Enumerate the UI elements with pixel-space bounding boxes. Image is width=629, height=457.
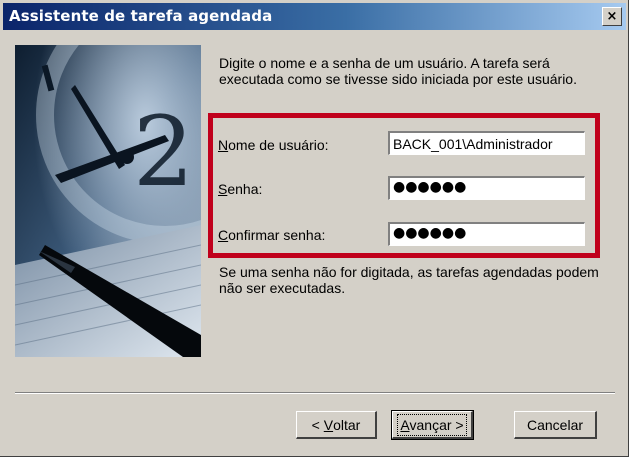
note-text: Se uma senha não for digitada, as tarefa… xyxy=(219,264,599,296)
back-mnemonic: V xyxy=(323,416,334,433)
back-prefix: < xyxy=(311,416,324,433)
username-label-mnemonic: N xyxy=(218,137,229,153)
wizard-window: Assistente de tarefa agendada × 2 Digite… xyxy=(0,0,629,457)
confirm-label-mnemonic: C xyxy=(218,227,229,243)
close-icon: × xyxy=(606,9,618,24)
close-button[interactable]: × xyxy=(602,7,622,26)
username-label: Nome de usuário: xyxy=(218,137,329,153)
back-text: oltar xyxy=(333,416,361,433)
cancel-button[interactable]: Cancelar xyxy=(514,411,597,439)
intro-text: Digite o nome e a senha de um usuário. A… xyxy=(219,55,577,87)
separator xyxy=(15,392,615,394)
next-text: vançar > xyxy=(409,416,464,433)
password-label-mnemonic: S xyxy=(218,181,228,197)
confirm-label-text: onfirmar senha: xyxy=(228,227,326,243)
username-label-text: ome de usuário: xyxy=(228,137,329,153)
password-input[interactable]: ●●●●●● xyxy=(388,176,585,200)
confirm-password-label: Confirmar senha: xyxy=(218,227,325,243)
next-mnemonic: A xyxy=(400,416,410,433)
password-label: Senha: xyxy=(218,181,262,197)
svg-text:2: 2 xyxy=(133,96,194,208)
next-label: Avançar > xyxy=(397,413,467,436)
back-button[interactable]: < Voltar xyxy=(296,411,377,439)
username-input[interactable]: BACK_001\Administrador xyxy=(388,131,585,155)
password-label-text: enha: xyxy=(227,181,263,197)
title-bar[interactable]: Assistente de tarefa agendada × xyxy=(3,3,626,30)
next-button[interactable]: Avançar > xyxy=(391,410,474,440)
confirm-password-input[interactable]: ●●●●●● xyxy=(388,222,585,246)
cancel-label: Cancelar xyxy=(526,416,584,433)
clock-and-pen-illustration: 2 xyxy=(15,45,201,357)
window-title: Assistente de tarefa agendada xyxy=(9,7,273,25)
